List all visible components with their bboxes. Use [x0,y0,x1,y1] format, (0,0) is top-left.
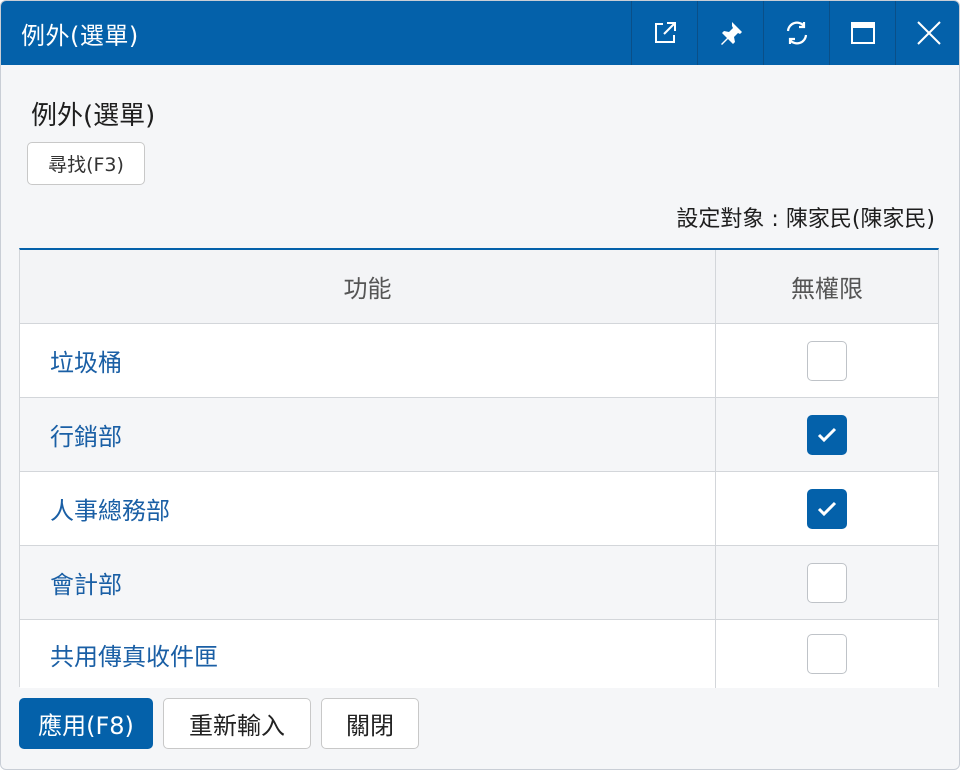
target-label: 設定對象 : 陳家民(陳家民) [676,207,935,232]
refresh-button[interactable] [763,1,829,65]
no-permission-checkbox[interactable] [807,340,847,381]
close-button[interactable] [895,1,959,65]
window-controls [631,1,959,65]
maximize-icon [850,22,875,44]
column-header-no-permission: 無權限 [791,275,863,303]
row-label[interactable]: 會計部 [50,565,122,600]
dialog-window: 例外(選單) 例外(選單) 尋找(F3) 設定對象: 陳家民(陳家民) 功能 … [0,0,960,770]
check-icon [817,501,837,516]
check-icon [817,427,837,442]
close-icon [916,21,941,45]
row-label[interactable]: 人事總務部 [50,491,170,526]
row-label[interactable]: 共用傳真收件匣 [50,637,218,672]
table-row: 行銷部 [20,398,938,472]
popout-icon [654,22,676,43]
no-permission-checkbox[interactable] [807,562,847,603]
apply-button[interactable]: 應用(F8) [19,698,153,749]
window-title: 例外(選單) [21,21,139,50]
title-bar: 例外(選單) [1,1,959,65]
close-dialog-button[interactable]: 關閉 [321,698,419,749]
table-row: 人事總務部 [20,472,938,546]
find-button[interactable]: 尋找(F3) [27,142,145,185]
no-permission-checkbox[interactable] [807,634,847,674]
pin-icon [720,22,742,45]
table-header: 功能 無權限 [20,250,938,324]
popout-button[interactable] [631,1,697,65]
page-title: 例外(選單) [31,101,156,131]
no-permission-checkbox[interactable] [807,414,847,455]
column-header-function: 功能 [343,275,392,303]
refresh-icon [786,21,807,45]
row-label[interactable]: 行銷部 [50,417,122,452]
permission-table: 功能 無權限 垃圾桶 行銷部 人事總務部 會計部 共用傳真收件匣 [19,248,939,688]
table-row: 會計部 [20,546,938,620]
table-row: 共用傳真收件匣 [20,620,938,688]
table-row: 垃圾桶 [20,324,938,398]
pin-button[interactable] [697,1,763,65]
reset-button[interactable]: 重新輸入 [163,698,311,749]
row-label[interactable]: 垃圾桶 [50,343,122,378]
maximize-button[interactable] [829,1,895,65]
no-permission-checkbox[interactable] [807,488,847,529]
